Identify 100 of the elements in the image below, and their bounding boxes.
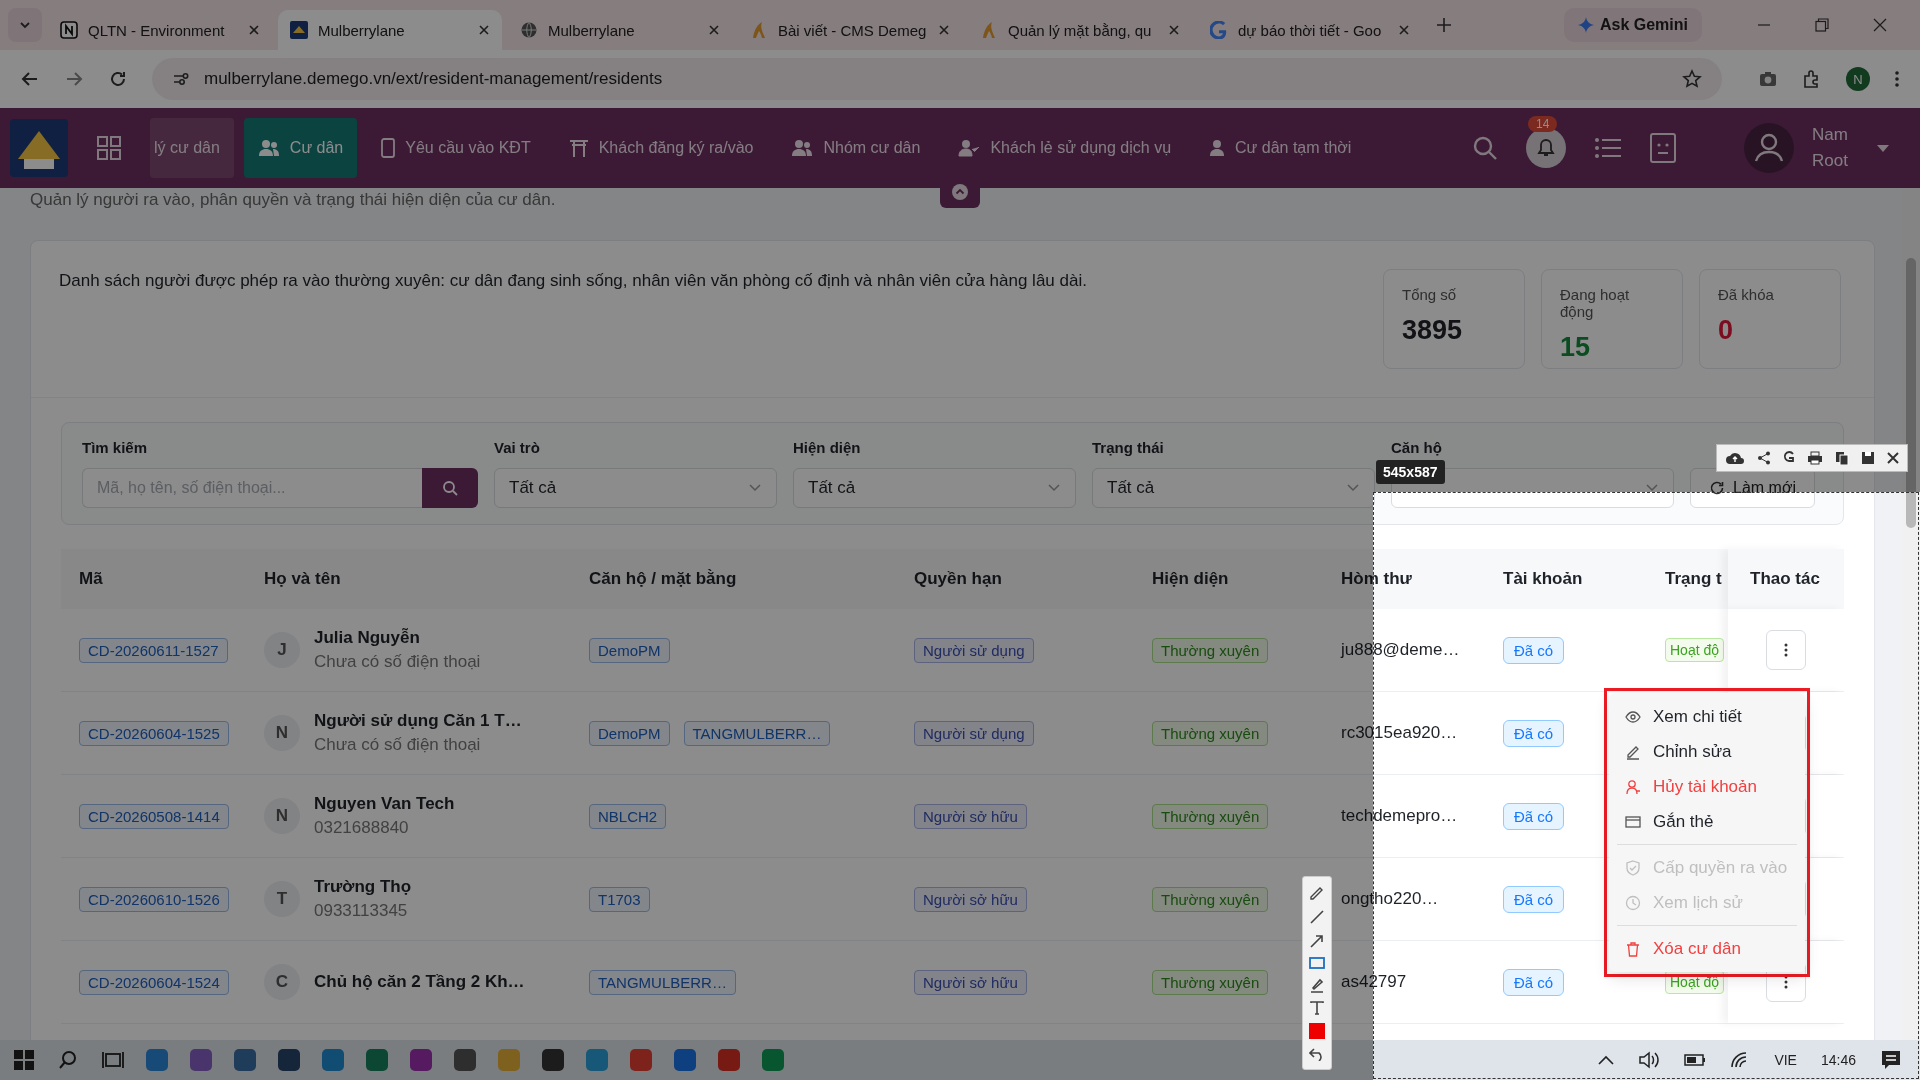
search-icon[interactable]: [58, 1050, 78, 1070]
taskbar-app-icon[interactable]: [366, 1049, 388, 1071]
column-header: Tài khoản: [1502, 568, 1584, 590]
search-button[interactable]: [422, 468, 478, 508]
nav-tab[interactable]: Cư dân tạm thời: [1195, 118, 1366, 178]
code-tag[interactable]: CD-20260604-1524: [79, 969, 229, 995]
gate-icon: [568, 139, 589, 157]
menu-item[interactable]: Chỉnh sửa: [1609, 734, 1805, 769]
cloud-upload-icon[interactable]: [1725, 451, 1745, 465]
filter-label: Tìm kiếm: [82, 439, 149, 456]
nav-tab[interactable]: Yêu cầu vào KĐT: [367, 118, 545, 178]
camera-icon[interactable]: [1758, 69, 1778, 89]
taskbar-app-icon[interactable]: [630, 1049, 652, 1071]
resident-name: Nguyen Van Tech: [314, 794, 455, 814]
apps-grid-icon[interactable]: [96, 135, 122, 161]
browser-tab[interactable]: Quản lý mặt bằng, qu: [968, 10, 1192, 50]
undo-icon[interactable]: [1309, 1047, 1325, 1061]
caret-icon[interactable]: [1876, 143, 1890, 153]
account-tag: Đã có: [1503, 802, 1565, 830]
windows-start-icon[interactable]: [14, 1050, 34, 1070]
close-icon[interactable]: [478, 24, 490, 36]
user-avatar-icon[interactable]: [1744, 123, 1795, 173]
status-tag: Hoạt độ: [1665, 638, 1725, 662]
browser-tab[interactable]: QLTN - Environment: [48, 10, 272, 50]
chevron-up-icon[interactable]: [1598, 1055, 1615, 1065]
site-settings-icon[interactable]: [172, 70, 190, 88]
taskbar-app-icon[interactable]: [674, 1049, 696, 1071]
code-tag[interactable]: CD-20260508-1414: [79, 803, 229, 829]
globe-icon: [520, 21, 538, 39]
nav-tab[interactable]: Cư dân: [243, 118, 358, 178]
browser-tab[interactable]: Bài viết - CMS Demeg: [738, 10, 962, 50]
reload-icon[interactable]: [108, 69, 128, 89]
stat-value: 0: [1718, 315, 1735, 346]
select-field[interactable]: Tất cả: [494, 468, 777, 508]
rectangle-tool-icon[interactable]: [1309, 957, 1325, 969]
address-bar[interactable]: mulberrylane.demego.vn/ext/resident-management/residents: [152, 58, 1722, 100]
save-icon[interactable]: [1861, 451, 1875, 465]
pencil-icon[interactable]: [1309, 885, 1325, 901]
line-tool-icon[interactable]: [1309, 909, 1325, 925]
search-icon[interactable]: [1472, 135, 1499, 161]
avatar: J: [264, 632, 300, 668]
google-g-icon[interactable]: [1783, 451, 1795, 465]
text-tool-icon[interactable]: [1310, 1001, 1324, 1015]
task-view-icon[interactable]: [102, 1050, 124, 1070]
taskbar-app-icon[interactable]: [190, 1049, 212, 1071]
unit-tag: TANGMULBERR…: [589, 969, 736, 995]
role-tag: Người sở hữu: [914, 803, 1027, 829]
browser-tab[interactable]: Mulberrylane: [508, 10, 732, 50]
notification-icon[interactable]: [1880, 1049, 1902, 1071]
menu-item[interactable]: Xem chi tiết: [1609, 699, 1805, 734]
speaker-icon[interactable]: [1638, 1050, 1661, 1070]
tablet-icon[interactable]: [1650, 133, 1677, 163]
trash-icon: [1625, 940, 1641, 957]
copy-icon[interactable]: [1835, 451, 1849, 465]
avatar: C: [264, 964, 300, 1000]
browser-tab[interactable]: dự báo thời tiết - Goo: [1198, 10, 1422, 50]
taskbar-app-icon[interactable]: [278, 1049, 300, 1071]
avatar: T: [264, 881, 300, 917]
bell-icon[interactable]: [1526, 128, 1567, 168]
new-tab-icon[interactable]: [1436, 17, 1452, 33]
taskbar-app-icon[interactable]: [410, 1049, 432, 1071]
select-field[interactable]: Tất cả: [1092, 468, 1375, 508]
restore-icon[interactable]: [1815, 18, 1829, 32]
language-indicator[interactable]: VIE: [1774, 1052, 1797, 1068]
taskbar-app-icon[interactable]: [234, 1049, 256, 1071]
battery-icon[interactable]: [1684, 1052, 1707, 1068]
code-tag[interactable]: CD-20260604-1525: [79, 720, 229, 746]
code-tag[interactable]: CD-20260611-1527: [79, 637, 228, 663]
share-icon[interactable]: [1757, 451, 1771, 465]
taskbar-app-icon[interactable]: [454, 1049, 476, 1071]
select-field[interactable]: Tất cả: [793, 468, 1076, 508]
ask-gemini-button[interactable]: Ask Gemini: [1563, 8, 1702, 42]
column-header: Trạng t: [1664, 568, 1723, 590]
profile-avatar[interactable]: N: [1846, 67, 1870, 91]
taskbar-app-icon[interactable]: [718, 1049, 740, 1071]
more-icon[interactable]: [1894, 69, 1900, 89]
taskbar-app-icon[interactable]: [542, 1049, 564, 1071]
role-tag: Người sở hữu: [914, 886, 1027, 912]
menu-item[interactable]: Gắn thẻ: [1609, 804, 1805, 839]
clock[interactable]: 14:46: [1820, 1052, 1856, 1068]
menu-item[interactable]: Hủy tài khoản: [1609, 769, 1805, 804]
unit-tag: T1703: [589, 886, 650, 912]
close-icon[interactable]: [1887, 452, 1899, 464]
nav-tab[interactable]: Khách lẻ sử dụng dịch vụ: [944, 118, 1186, 178]
list-icon[interactable]: [1594, 136, 1623, 160]
menu-item[interactable]: Xóa cư dân: [1609, 931, 1805, 966]
card-icon: [1625, 813, 1641, 830]
code-tag[interactable]: CD-20260610-1526: [79, 886, 229, 912]
column-header: Quyền hạn: [913, 568, 1003, 590]
nav-tab[interactable]: lý cư dân: [150, 118, 234, 178]
unit-tag: DemoPM: [589, 637, 670, 663]
star-icon[interactable]: [1682, 69, 1702, 89]
nav-tab[interactable]: Khách đăng ký ra/vào: [554, 118, 768, 178]
logo-icon[interactable]: [10, 119, 68, 177]
arrow-tool-icon[interactable]: [1309, 933, 1325, 949]
nav-tab[interactable]: Nhóm cư dân: [777, 118, 935, 178]
color-swatch-icon[interactable]: [1309, 1023, 1325, 1039]
print-icon[interactable]: [1807, 451, 1823, 465]
browser-tab[interactable]: Mulberrylane: [278, 10, 502, 50]
marker-icon[interactable]: [1309, 977, 1325, 993]
